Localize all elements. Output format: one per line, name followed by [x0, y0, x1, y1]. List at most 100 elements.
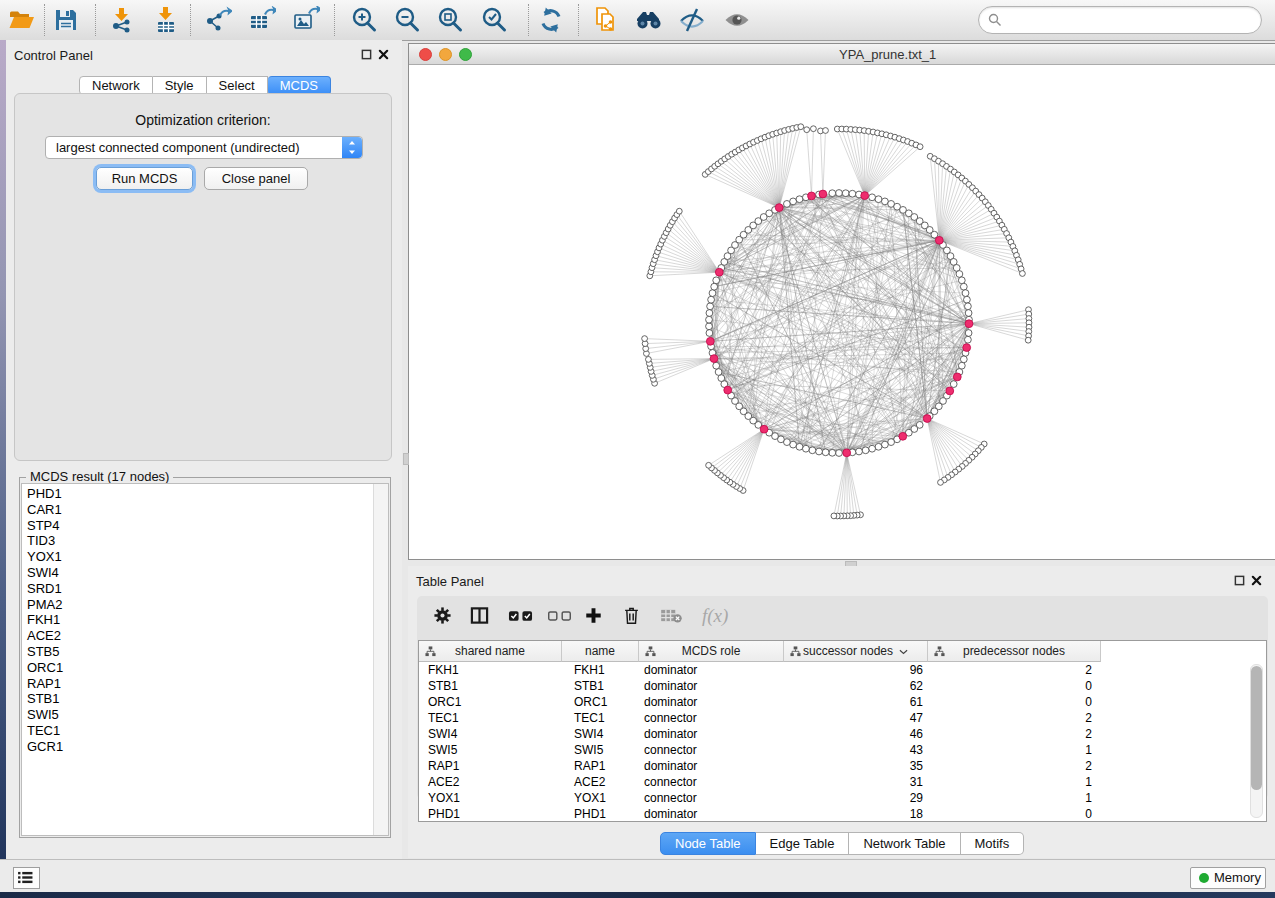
tab-network-table[interactable]: Network Table	[849, 832, 960, 855]
mcds-result-item[interactable]: STB1	[22, 691, 373, 707]
cell-predecessor-nodes: 1	[928, 790, 1092, 806]
table-settings-icon[interactable]	[434, 596, 451, 635]
mcds-result-item[interactable]: GCR1	[22, 739, 373, 755]
table-row-SWI4[interactable]: SWI4SWI4dominator462	[419, 726, 1266, 742]
table-row-ACE2[interactable]: ACE2ACE2connector311	[419, 774, 1266, 790]
mcds-result-item[interactable]: ORC1	[22, 660, 373, 676]
save-session-icon[interactable]	[52, 6, 80, 34]
mcds-result-item[interactable]: ACE2	[22, 628, 373, 644]
import-table-icon[interactable]	[152, 6, 180, 34]
refresh-icon[interactable]	[537, 6, 565, 34]
table-panel: Table Panel f(x) shared namenameMCDS rol…	[408, 566, 1275, 858]
memory-button[interactable]: Memory	[1190, 867, 1266, 889]
export-image-icon[interactable]	[292, 6, 320, 34]
cell-name: SWI5	[574, 742, 603, 758]
table-row-RAP1[interactable]: RAP1RAP1dominator352	[419, 758, 1266, 774]
search-field[interactable]	[978, 6, 1262, 34]
column-header-successor-nodes[interactable]: successor nodes	[784, 641, 928, 662]
network-window-titlebar[interactable]: YPA_prune.txt_1	[409, 44, 1275, 65]
sort-descending-icon	[899, 644, 908, 658]
mcds-result-item[interactable]: STP4	[22, 518, 373, 534]
zoom-in-icon[interactable]	[350, 6, 378, 34]
mcds-result-item[interactable]: FKH1	[22, 612, 373, 628]
column-header-predecessor-nodes[interactable]: predecessor nodes	[928, 641, 1101, 662]
mcds-result-item[interactable]: STB5	[22, 644, 373, 660]
cell-MCDS-role: dominator	[644, 726, 697, 742]
mcds-result-item[interactable]: YOX1	[22, 549, 373, 565]
close-panel-button[interactable]: Close panel	[204, 167, 308, 190]
table-scrollbar[interactable]	[1250, 664, 1263, 818]
zoom-window-icon[interactable]	[459, 48, 472, 61]
open-file-icon[interactable]	[7, 6, 35, 34]
column-label: MCDS role	[682, 644, 741, 658]
float-panel-icon[interactable]	[361, 49, 372, 60]
tab-node-table[interactable]: Node Table	[660, 832, 756, 855]
close-table-panel-icon[interactable]	[1251, 575, 1262, 586]
vertical-splitter-handle[interactable]	[403, 453, 409, 465]
cell-MCDS-role: dominator	[644, 758, 697, 774]
column-header-shared-name[interactable]: shared name	[419, 641, 562, 662]
mcds-result-item[interactable]: SRD1	[22, 581, 373, 597]
tab-edge-table[interactable]: Edge Table	[756, 832, 850, 855]
export-network-icon[interactable]	[204, 6, 232, 34]
import-network-icon[interactable]	[108, 6, 136, 34]
cell-shared-name: PHD1	[428, 806, 460, 822]
table-row-STB1[interactable]: STB1STB1dominator620	[419, 678, 1266, 694]
mcds-result-item[interactable]: TID3	[22, 533, 373, 549]
mcds-result-items: PHD1CAR1STP4TID3YOX1SWI4SRD1PMA2FKH1ACE2…	[22, 486, 373, 755]
status-bar: Memory	[0, 859, 1275, 893]
mcds-result-item[interactable]: RAP1	[22, 676, 373, 692]
table-row-SWI5[interactable]: SWI5SWI5connector431	[419, 742, 1266, 758]
close-window-icon[interactable]	[419, 48, 432, 61]
table-row-PHD1[interactable]: PHD1PHD1dominator180	[419, 806, 1266, 822]
mcds-result-item[interactable]: PHD1	[22, 486, 373, 502]
run-mcds-button[interactable]: Run MCDS	[96, 167, 193, 190]
search-input[interactable]	[1005, 9, 1254, 31]
export-table-icon[interactable]	[248, 6, 276, 34]
table-row-YOX1[interactable]: YOX1YOX1connector291	[419, 790, 1266, 806]
network-graph[interactable]	[409, 65, 1274, 559]
optimization-criterion-dropdown[interactable]: largest connected component (undirected)	[45, 136, 363, 159]
show-columns-icon[interactable]	[470, 596, 489, 635]
search-networks-icon[interactable]	[635, 6, 663, 34]
table-row-FKH1[interactable]: FKH1FKH1dominator962	[419, 662, 1266, 678]
cell-MCDS-role: connector	[644, 774, 697, 790]
zoom-fit-icon[interactable]	[436, 6, 464, 34]
toolbar-separator	[578, 4, 579, 36]
float-table-panel-icon[interactable]	[1234, 575, 1245, 586]
zoom-selected-icon[interactable]	[480, 6, 508, 34]
select-all-icon[interactable]	[508, 596, 533, 635]
toolbar-separator	[95, 4, 96, 36]
add-column-icon[interactable]	[585, 596, 602, 635]
close-panel-icon[interactable]	[378, 49, 389, 60]
cell-successor-nodes: 35	[784, 758, 923, 774]
delete-column-icon[interactable]	[623, 596, 640, 635]
hide-unselected-icon[interactable]	[678, 6, 706, 34]
mcds-list-scrollbar[interactable]	[373, 484, 388, 835]
cell-successor-nodes: 47	[784, 710, 923, 726]
show-panels-button[interactable]	[13, 867, 40, 889]
minimize-window-icon[interactable]	[439, 48, 452, 61]
column-header-name[interactable]: name	[562, 641, 639, 662]
cell-MCDS-role: dominator	[644, 806, 697, 822]
table-row-TEC1[interactable]: TEC1TEC1connector472	[419, 710, 1266, 726]
delete-table-icon[interactable]	[660, 596, 683, 635]
column-label: successor nodes	[803, 644, 893, 658]
mcds-result-item[interactable]: TEC1	[22, 723, 373, 739]
cell-shared-name: SWI5	[428, 742, 457, 758]
copy-network-icon[interactable]	[592, 6, 620, 34]
mcds-result-item[interactable]: CAR1	[22, 502, 373, 518]
table-row-ORC1[interactable]: ORC1ORC1dominator610	[419, 694, 1266, 710]
mcds-result-item[interactable]: SWI5	[22, 707, 373, 723]
table-tree-icon	[790, 646, 801, 660]
table-scrollbar-thumb[interactable]	[1251, 666, 1262, 790]
cell-predecessor-nodes: 0	[928, 694, 1092, 710]
mcds-result-item[interactable]: SWI4	[22, 565, 373, 581]
deselect-all-icon[interactable]	[547, 596, 572, 635]
show-visibility-icon[interactable]	[723, 6, 751, 34]
mcds-result-item[interactable]: PMA2	[22, 597, 373, 613]
column-header-MCDS-role[interactable]: MCDS role	[639, 641, 784, 662]
zoom-out-icon[interactable]	[393, 6, 421, 34]
tab-motifs[interactable]: Motifs	[961, 832, 1025, 855]
toolbar-separator	[44, 4, 45, 36]
